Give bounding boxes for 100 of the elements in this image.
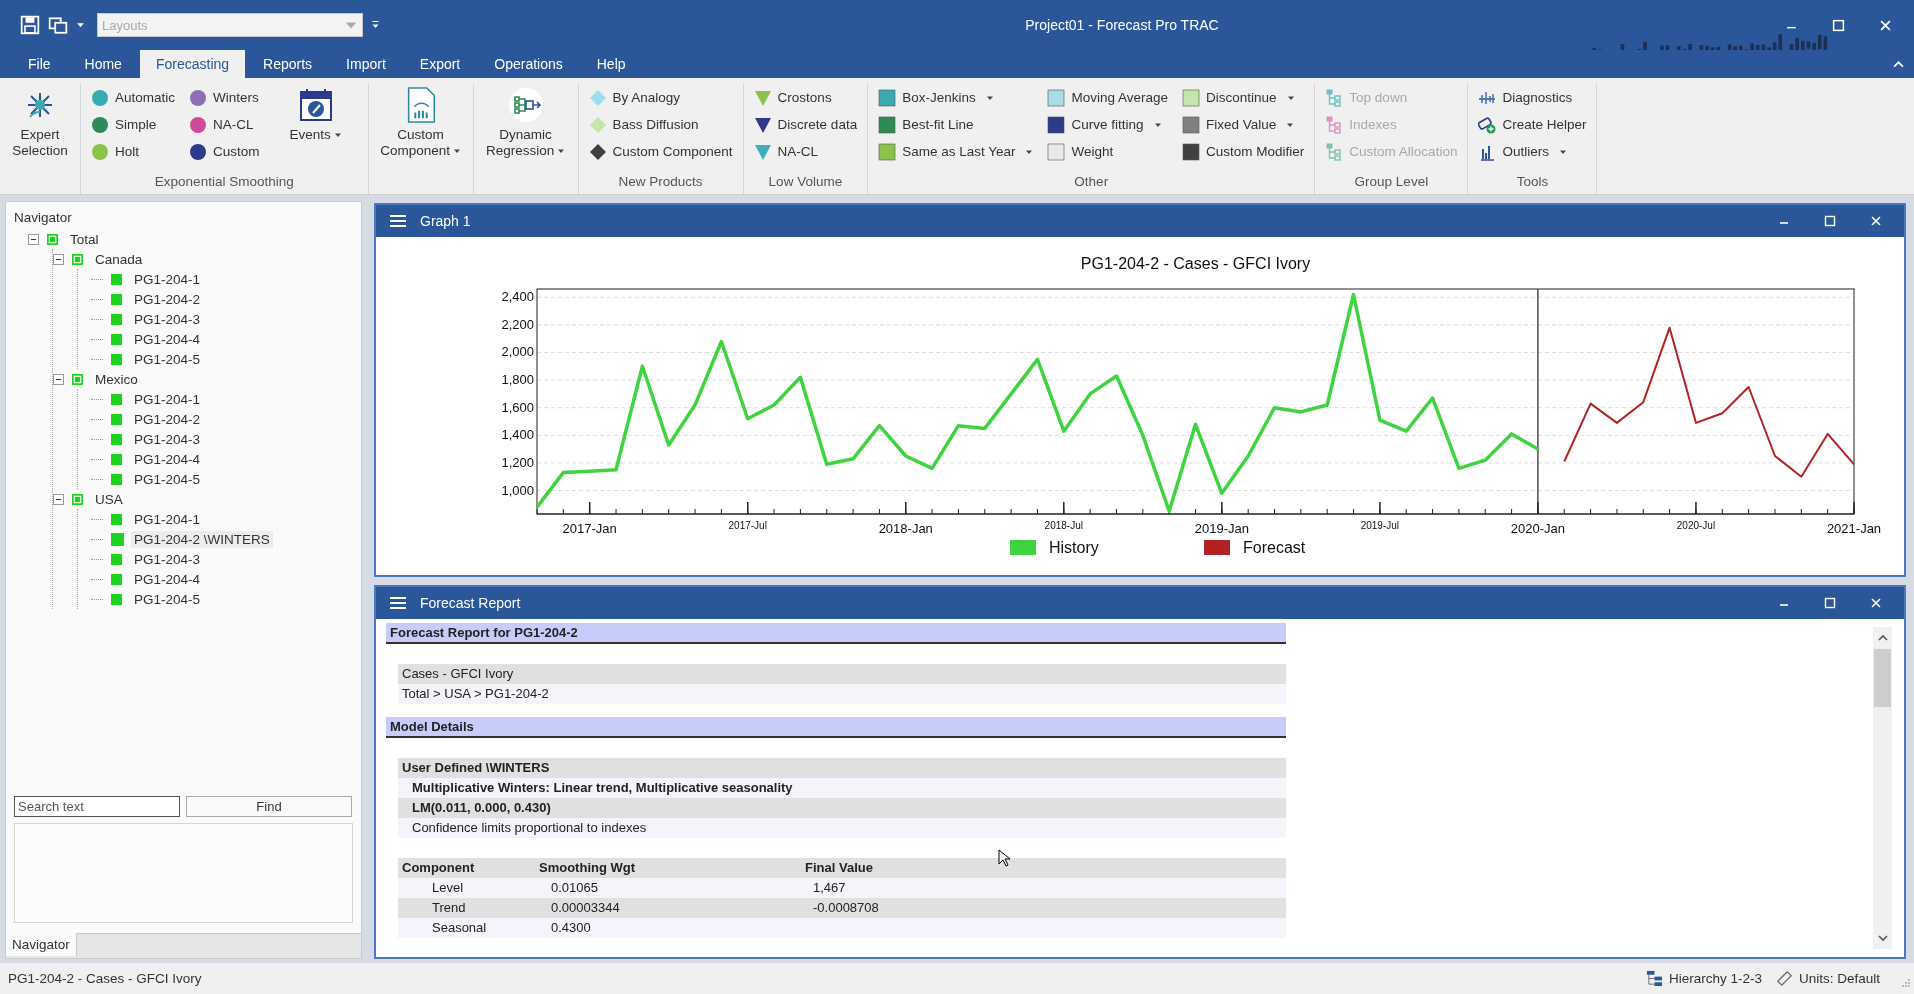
tree-item[interactable]: Canada — [92, 250, 146, 268]
tree-item[interactable]: PG1-204-2 — [131, 290, 204, 308]
folder-node-icon — [72, 493, 83, 505]
collapse-icon[interactable] — [53, 373, 64, 385]
ribbon-button[interactable]: Fixed Value — [1178, 111, 1309, 138]
ribbon-button[interactable]: NA-CL — [185, 111, 264, 138]
tree-item[interactable]: PG1-204-2 — [131, 410, 204, 428]
table-cell-text: Trend — [431, 899, 467, 917]
axis-label: 1,000 — [501, 482, 534, 498]
item-node-icon — [111, 473, 122, 485]
ribbon-button[interactable]: Create Helper — [1474, 111, 1591, 138]
collapse-icon[interactable] — [53, 493, 64, 505]
ribbon-button[interactable]: Weight — [1043, 138, 1173, 165]
tree-item[interactable]: Total — [67, 230, 102, 248]
collapse-icon[interactable] — [28, 233, 39, 245]
tree-item[interactable]: PG1-204-4 — [131, 330, 204, 348]
table-cell-text: 0.00003344 — [550, 899, 621, 917]
scroll-down-icon[interactable] — [1876, 932, 1889, 944]
collapse-ribbon-icon[interactable] — [1893, 60, 1904, 69]
table-cell-text: 0.4300 — [550, 919, 592, 937]
maximize-icon[interactable] — [1832, 18, 1845, 32]
ribbon-tab[interactable]: Reports — [247, 50, 329, 78]
tree-item[interactable]: PG1-204-5 — [131, 590, 204, 608]
ribbon-button[interactable]: By Analogy — [584, 84, 737, 111]
ribbon-tab[interactable]: Help — [580, 50, 642, 78]
ribbon-tab[interactable]: File — [12, 50, 67, 78]
tree-item[interactable]: PG1-204-4 — [131, 450, 204, 468]
menu-icon[interactable] — [390, 214, 406, 228]
tree-item[interactable]: PG1-204-1 — [131, 270, 204, 288]
tree-item[interactable]: PG1-204-1 — [131, 390, 204, 408]
ribbon-tab[interactable]: Forecasting — [139, 50, 246, 78]
axis-label: 2018-Jan — [878, 521, 933, 536]
axis-label: 1,200 — [501, 454, 534, 470]
ribbon-button[interactable]: Holt — [87, 138, 180, 165]
ribbon-button[interactable]: Discontinue — [1178, 84, 1309, 111]
scrollbar[interactable] — [1873, 627, 1892, 949]
windows-icon[interactable] — [48, 15, 68, 35]
tree-item[interactable]: PG1-204-5 — [131, 470, 204, 488]
tree-item[interactable]: PG1-204-3 — [131, 310, 204, 328]
folder-node-icon — [72, 253, 83, 265]
resize-grip-icon[interactable] — [1900, 977, 1910, 987]
ribbon-button[interactable]: Curve fitting — [1043, 111, 1173, 138]
tree-item[interactable]: USA — [92, 490, 126, 508]
close-icon[interactable] — [1870, 215, 1882, 227]
close-icon[interactable] — [1870, 597, 1882, 609]
tree-item[interactable]: PG1-204-2 \WINTERS — [131, 530, 273, 548]
scrollbar-thumb[interactable] — [1874, 649, 1891, 707]
ribbon-button[interactable]: Discrete data — [749, 111, 862, 138]
tree-item[interactable]: PG1-204-3 — [131, 430, 204, 448]
ribbon-large-button[interactable]: Events — [269, 84, 362, 174]
close-icon[interactable] — [1879, 18, 1892, 32]
window-title: Project01 - Forecast Pro TRAC — [1024, 17, 1220, 33]
axis-label: 2017-Jul — [728, 520, 767, 531]
status-item: Units: Default — [1798, 971, 1880, 986]
maximize-icon[interactable] — [1824, 597, 1836, 609]
ribbon-button[interactable]: Diagnostics — [1474, 84, 1591, 111]
tree-item[interactable]: PG1-204-1 — [131, 510, 204, 528]
caret-icon[interactable] — [76, 20, 85, 30]
menu-icon[interactable] — [390, 596, 406, 610]
ribbon-button[interactable]: Same as Last Year — [874, 138, 1038, 165]
ribbon-tab[interactable]: Operations — [478, 50, 579, 78]
table-cell-text: 1,467 — [812, 879, 846, 897]
ribbon-button[interactable]: Crostons — [749, 84, 862, 111]
ribbon-button[interactable]: Simple — [87, 111, 180, 138]
panel-tab[interactable]: Navigator — [6, 933, 77, 956]
ribbon-button[interactable]: Custom Component — [584, 138, 737, 165]
tree-item[interactable]: PG1-204-4 — [131, 570, 204, 588]
customize-icon[interactable] — [371, 20, 380, 30]
ribbon-button[interactable]: Outliers — [1474, 138, 1591, 165]
ribbon-button[interactable]: Best-fit Line — [874, 111, 1038, 138]
ribbon-large-button[interactable]: Custom Component — [374, 84, 467, 194]
axis-label: 2,200 — [501, 316, 534, 332]
ribbon-button[interactable]: Custom Modifier — [1178, 138, 1309, 165]
helper-icon — [1478, 115, 1497, 134]
ribbon-button[interactable]: Automatic — [87, 84, 180, 111]
caret-icon — [333, 131, 342, 139]
tree-item[interactable]: PG1-204-5 — [131, 350, 204, 368]
ribbon-button[interactable]: NA-CL — [749, 138, 862, 165]
ribbon-button[interactable]: Custom — [185, 138, 264, 165]
tree-item[interactable]: Mexico — [92, 370, 141, 388]
ribbon-large-button[interactable]: Expert Selection — [6, 84, 74, 194]
save-icon[interactable] — [20, 15, 40, 35]
ribbon-tab[interactable]: Home — [68, 50, 138, 78]
ribbon-tab[interactable]: Import — [330, 50, 402, 78]
ribbon-tab[interactable]: Export — [403, 50, 477, 78]
status-item: Hierarchy 1-2-3 — [1668, 971, 1762, 986]
ribbon-button[interactable]: Bass Diffusion — [584, 111, 737, 138]
tree-item[interactable]: PG1-204-3 — [131, 550, 204, 568]
ribbon-large-button[interactable]: Dynamic Regression — [479, 84, 572, 194]
ribbon-button[interactable]: Moving Average — [1043, 84, 1173, 111]
axis-label: 1,400 — [501, 427, 534, 443]
ribbon-button[interactable]: Box-Jenkins — [874, 84, 1038, 111]
collapse-icon[interactable] — [53, 253, 64, 265]
folder-node-icon — [47, 233, 58, 245]
find-button[interactable]: Find — [186, 796, 352, 817]
maximize-icon[interactable] — [1824, 215, 1836, 227]
ribbon-button[interactable]: Winters — [185, 84, 264, 111]
column-header: Component — [401, 859, 476, 877]
search-field[interactable]: Search text — [14, 796, 180, 817]
item-node-icon — [111, 293, 122, 305]
